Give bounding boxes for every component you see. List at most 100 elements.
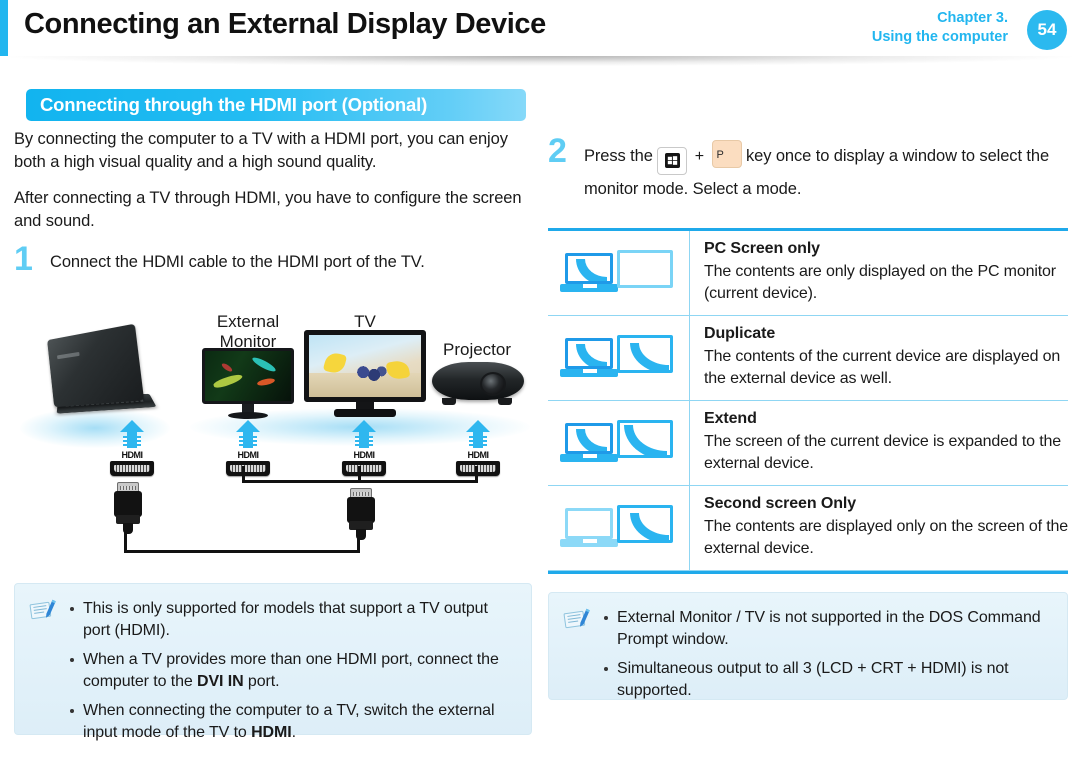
page-number-badge: 54 bbox=[1027, 10, 1067, 50]
label-projector: Projector bbox=[424, 340, 530, 360]
plus-sign: + bbox=[694, 148, 705, 165]
projector-body bbox=[432, 362, 524, 400]
step-1: 1 Connect the HDMI cable to the HDMI por… bbox=[14, 240, 534, 278]
tv-screen bbox=[304, 330, 426, 402]
hdmi-logo-label: HDMI bbox=[237, 450, 260, 460]
external-monitor-screen bbox=[202, 348, 294, 404]
monitor-wallpaper-shape-3 bbox=[256, 377, 276, 387]
hdmi-port-laptop: HDMI bbox=[104, 420, 160, 476]
label-tv: TV bbox=[354, 312, 376, 331]
label-external-monitor: External Monitor bbox=[200, 312, 296, 352]
arrow-up-icon bbox=[466, 420, 490, 448]
hdmi-port-icon bbox=[226, 461, 270, 476]
step-1-number: 1 bbox=[14, 240, 33, 278]
tv-wallpaper-flower-1 bbox=[322, 350, 348, 376]
tv-base bbox=[334, 409, 396, 417]
table-cell-text: Extend The screen of the current device … bbox=[690, 401, 1068, 485]
plug-body bbox=[114, 491, 142, 517]
duplicate-icon bbox=[548, 316, 690, 400]
pc-screen-only-icon bbox=[548, 231, 690, 315]
left-note-list: This is only supported for models that s… bbox=[67, 598, 515, 744]
list-item: This is only supported for models that s… bbox=[67, 598, 515, 642]
right-note-list: External Monitor / TV is not supported i… bbox=[601, 607, 1051, 702]
note-pen-icon bbox=[29, 598, 59, 624]
hdmi-logo-label: HDMI bbox=[353, 450, 376, 460]
right-column: 2 Press the + P key once to display a wi… bbox=[548, 128, 1068, 204]
bus-wire-monitor-drop bbox=[242, 466, 245, 482]
hdmi-cable-span bbox=[124, 550, 360, 553]
projector-foot-right bbox=[498, 398, 512, 405]
intro-paragraph-1: By connecting the computer to a TV with … bbox=[14, 130, 508, 171]
note-pen-icon bbox=[563, 607, 593, 633]
table-row: PC Screen only The contents are only dis… bbox=[548, 231, 1068, 316]
left-column: By connecting the computer to a TV with … bbox=[14, 128, 534, 277]
plug-body bbox=[347, 497, 375, 523]
table-cell-text: PC Screen only The contents are only dis… bbox=[690, 231, 1068, 315]
section-heading-bar: Connecting through the HDMI port (Option… bbox=[26, 89, 526, 121]
hdmi-cable-right-leg bbox=[357, 538, 360, 552]
windows-key-icon bbox=[657, 146, 688, 175]
hdmi-port-monitor: HDMI bbox=[220, 420, 276, 476]
hdmi-port-tv: HDMI bbox=[336, 420, 392, 476]
page-header: Connecting an External Display Device Ch… bbox=[0, 0, 1080, 58]
hdmi-port-icon bbox=[110, 461, 154, 476]
list-item: When connecting the computer to a TV, sw… bbox=[67, 700, 515, 744]
bus-wire-tv-drop bbox=[358, 466, 361, 482]
arrow-up-icon bbox=[352, 420, 376, 448]
hdmi-port-projector: HDMI bbox=[450, 420, 506, 476]
header-accent-bar bbox=[0, 0, 8, 56]
mode-title: Duplicate bbox=[704, 325, 776, 342]
step-2-text-after: key once to display a window to select t… bbox=[584, 147, 1050, 198]
monitor-wallpaper-shape-1 bbox=[212, 372, 244, 390]
list-item: External Monitor / TV is not supported i… bbox=[601, 607, 1051, 651]
hdmi-logo-label: HDMI bbox=[467, 450, 490, 460]
mode-title: Second screen Only bbox=[704, 495, 857, 512]
projector-lens bbox=[480, 372, 506, 396]
bus-wire-projector-drop bbox=[475, 466, 478, 482]
section-heading-label: Connecting through the HDMI port (Option… bbox=[40, 94, 428, 115]
hdmi-port-icon bbox=[456, 461, 500, 476]
table-row: Second screen Only The contents are disp… bbox=[548, 486, 1068, 571]
external-monitor-base bbox=[228, 412, 268, 419]
chapter-number: Chapter 3. bbox=[937, 10, 1008, 26]
p-key-label: P bbox=[716, 149, 724, 161]
mode-description: The contents of the current device are d… bbox=[704, 348, 1061, 387]
arrow-up-icon bbox=[120, 420, 144, 448]
extend-icon bbox=[548, 401, 690, 485]
arrow-up-icon bbox=[236, 420, 260, 448]
p-key-icon: P bbox=[711, 140, 742, 168]
step-2-text-before: Press the bbox=[584, 147, 653, 165]
table-bottom-border bbox=[548, 571, 1068, 574]
hdmi-logo-label: HDMI bbox=[121, 450, 144, 460]
second-screen-only-icon bbox=[548, 486, 690, 570]
monitor-wallpaper-shape-4 bbox=[220, 362, 234, 373]
label-projector-text: Projector bbox=[442, 340, 512, 359]
list-item: When a TV provides more than one HDMI po… bbox=[67, 649, 515, 693]
display-mode-table: PC Screen only The contents are only dis… bbox=[548, 228, 1068, 574]
table-row: Duplicate The contents of the current de… bbox=[548, 316, 1068, 401]
laptop-lid bbox=[47, 323, 145, 408]
tv-illustration bbox=[304, 330, 426, 426]
hdmi-cable-left-leg bbox=[124, 532, 127, 552]
left-note-box: This is only supported for models that s… bbox=[14, 583, 532, 741]
right-note-box: External Monitor / TV is not supported i… bbox=[548, 592, 1068, 700]
intro-paragraph-2: After connecting a TV through HDMI, you … bbox=[14, 189, 522, 230]
chapter-info: Chapter 3. Using the computer bbox=[872, 9, 1008, 47]
table-cell-text: Second screen Only The contents are disp… bbox=[690, 486, 1068, 570]
hdmi-cable-plug-right bbox=[347, 488, 375, 540]
laptop-illustration bbox=[30, 323, 160, 432]
hdmi-connection-diagram: External Monitor TV Projector HDMI HDMI … bbox=[14, 300, 534, 575]
label-external-monitor-line1: External bbox=[216, 312, 280, 331]
external-monitor-illustration bbox=[202, 348, 294, 426]
step-1-text: Connect the HDMI cable to the HDMI port … bbox=[50, 253, 425, 271]
mode-title: Extend bbox=[704, 410, 757, 427]
chapter-subtitle: Using the computer bbox=[871, 29, 1008, 45]
hdmi-cable-plug-left bbox=[114, 482, 142, 534]
table-row: Extend The screen of the current device … bbox=[548, 401, 1068, 486]
tv-wallpaper-berries bbox=[353, 365, 387, 383]
mode-description: The contents are displayed only on the s… bbox=[704, 518, 1068, 557]
table-cell-text: Duplicate The contents of the current de… bbox=[690, 316, 1068, 400]
monitor-wallpaper-shape-2 bbox=[250, 355, 278, 374]
mode-title: PC Screen only bbox=[704, 240, 820, 257]
mode-description: The screen of the current device is expa… bbox=[704, 433, 1062, 472]
